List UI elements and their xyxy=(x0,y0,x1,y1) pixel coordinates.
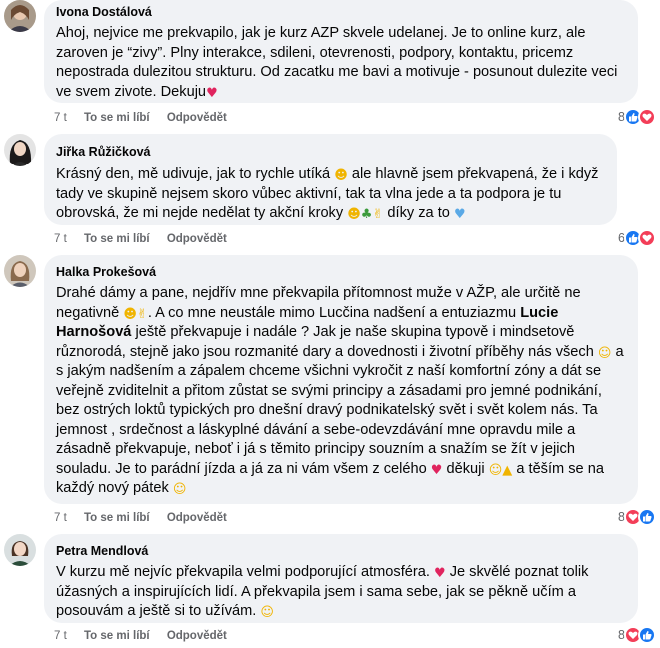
smiling-hearts-emoji: ☺ xyxy=(488,462,503,478)
avatar[interactable] xyxy=(4,134,36,166)
love-icon xyxy=(638,108,656,126)
comment-bubble: Halka Prokešová Drahé dámy a pane, nejdř… xyxy=(44,255,638,504)
like-action[interactable]: To se mi líbí xyxy=(84,630,150,642)
comment-text: V kurzu mě nejvíc překvapila velmi podpo… xyxy=(56,564,589,620)
comment-actions: 7 t To se mi líbí Odpovědět xyxy=(54,231,241,247)
avatar[interactable] xyxy=(4,534,36,566)
blue-heart-emoji: ♥ xyxy=(453,207,466,222)
shamrock-emoji: ♣ xyxy=(360,207,373,222)
red-heart-emoji: ♥ xyxy=(430,462,443,478)
like-action[interactable]: To se mi líbí xyxy=(84,233,150,245)
reaction-summary[interactable]: 8 xyxy=(618,625,656,645)
red-heart-emoji: ♥ xyxy=(206,85,218,101)
comment-bubble: Jiřka Růžičková Krásný den, mě udivuje, … xyxy=(44,134,617,225)
red-heart-emoji: ♥ xyxy=(434,566,446,581)
comment-actions: 7 t To se mi líbí Odpovědět xyxy=(54,510,241,526)
comment-time[interactable]: 7 t xyxy=(54,630,67,642)
reaction-summary[interactable]: 8 xyxy=(618,507,656,527)
folded-hands-emoji: ▲ xyxy=(502,462,513,478)
comment-author[interactable]: Petra Mendlová xyxy=(56,543,626,559)
comment-author[interactable]: Halka Prokešová xyxy=(56,264,626,280)
love-icon xyxy=(638,229,656,247)
comment-bubble: Petra Mendlová V kurzu mě nejvíc překvap… xyxy=(44,534,638,623)
reaction-summary[interactable]: 8 xyxy=(618,107,656,127)
reply-action[interactable]: Odpovědět xyxy=(167,630,227,642)
comment-author[interactable]: Ivona Dostálová xyxy=(56,4,626,20)
comment-time[interactable]: 7 t xyxy=(54,512,67,524)
avatar[interactable] xyxy=(4,0,36,32)
smiling-hearts-emoji: ☺ xyxy=(597,345,612,361)
reply-action[interactable]: Odpovědět xyxy=(167,112,227,124)
reaction-summary[interactable]: 6 xyxy=(618,228,656,248)
like-action[interactable]: To se mi líbí xyxy=(84,112,150,124)
comment-text: Ahoj, nejvice me prekvapilo, jak je kurz… xyxy=(56,25,618,101)
comment-actions: 7 t To se mi líbí Odpovědět xyxy=(54,110,241,126)
smiling-emoji: ☺ xyxy=(172,482,187,497)
grinning-emoji: ☻ xyxy=(347,207,361,222)
comment-time[interactable]: 7 t xyxy=(54,233,67,245)
thumbs-up-emoji: ✌ xyxy=(136,306,148,322)
comment-bubble: Ivona Dostálová Ahoj, nejvice me prekvap… xyxy=(44,0,638,103)
reply-action[interactable]: Odpovědět xyxy=(167,233,227,245)
like-action[interactable]: To se mi líbí xyxy=(84,512,150,524)
comment-text: Krásný den, mě udivuje, jak to rychle ut… xyxy=(56,166,599,222)
reply-action[interactable]: Odpovědět xyxy=(167,512,227,524)
comment-text: Drahé dámy a pane, nejdřív mne překvapil… xyxy=(56,285,624,497)
grinning-emoji: ☻ xyxy=(334,168,348,183)
comment-author[interactable]: Jiřka Růžičková xyxy=(56,144,605,160)
winking-emoji: ☻ xyxy=(123,306,137,322)
like-icon xyxy=(638,626,656,644)
smiling-emoji: ☺ xyxy=(260,605,274,620)
comment-time[interactable]: 7 t xyxy=(54,112,67,124)
like-icon xyxy=(638,508,656,526)
avatar[interactable] xyxy=(4,255,36,287)
thumbs-up-emoji: ✌ xyxy=(372,207,384,222)
comment-actions: 7 t To se mi líbí Odpovědět xyxy=(54,628,241,644)
